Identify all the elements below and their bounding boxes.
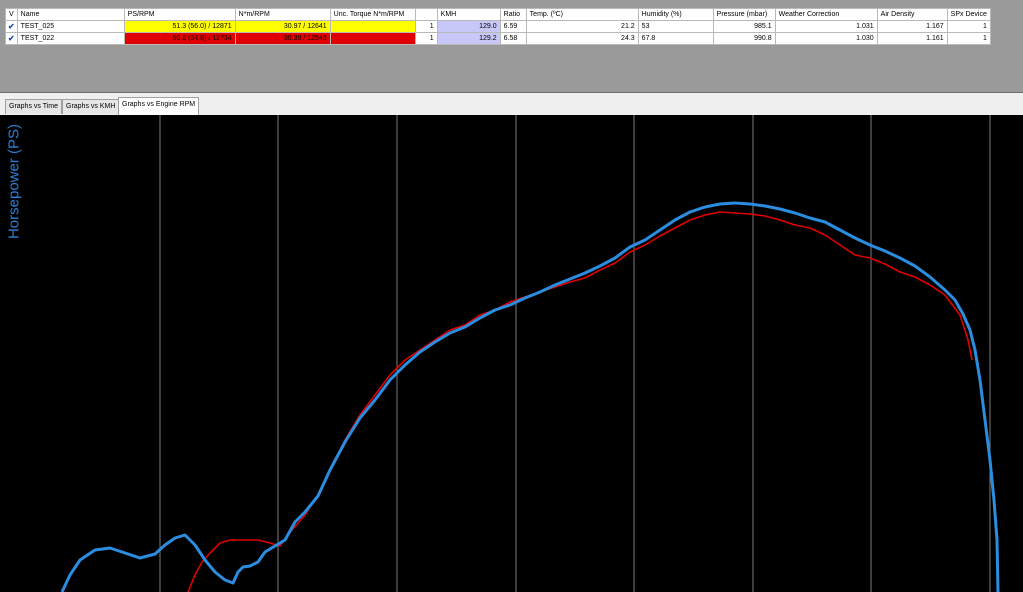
- ratio-cell: 6.59: [499, 20, 527, 33]
- column-header[interactable]: Humidity (%): [637, 8, 714, 21]
- weather-correction-cell: 1.030: [774, 32, 878, 45]
- run-name-cell: TEST_025: [16, 20, 125, 33]
- ps-rpm-cell: 50.2 (54.8) / 12734: [123, 32, 236, 45]
- temp-cell: 24.3: [525, 32, 639, 45]
- column-header[interactable]: SPx Device: [946, 8, 991, 21]
- table-row[interactable]: ✔ TEST_022 50.2 (54.8) / 12734 30.39 / 1…: [5, 32, 991, 45]
- graph-background: [0, 115, 1023, 592]
- visibility-checkbox[interactable]: ✔: [5, 32, 18, 45]
- run-name-cell: TEST_022: [16, 32, 125, 45]
- column-header[interactable]: Name: [16, 8, 125, 21]
- nm-rpm-cell: 30.97 / 12641: [234, 20, 331, 33]
- rpm-graph[interactable]: [0, 115, 1023, 592]
- humidity-cell: 53: [637, 20, 714, 33]
- kmh-cell: 129.0: [436, 20, 501, 33]
- temp-cell: 21.2: [525, 20, 639, 33]
- air-density-cell: 1.167: [876, 20, 948, 33]
- column-header[interactable]: V: [5, 8, 18, 21]
- column-header[interactable]: KMH: [436, 8, 501, 21]
- pressure-cell: 990.8: [712, 32, 776, 45]
- y-axis-label-text: Horsepower (PS): [5, 123, 23, 240]
- nm-rpm-cell: 30.39 / 12545: [234, 32, 331, 45]
- humidity-cell: 67.8: [637, 32, 714, 45]
- kmh-cell: 129.2: [436, 32, 501, 45]
- column-header[interactable]: Temp. (ºC): [525, 8, 639, 21]
- y-axis-label: Horsepower (PS): [2, 115, 24, 250]
- checkmark-icon: ✔: [7, 34, 15, 43]
- column-header[interactable]: Ratio: [499, 8, 527, 21]
- results-table-panel: V Name PS/RPM N*m/RPM Unc. Torque N*m/RP…: [0, 0, 1023, 93]
- blank-column-cell: 1: [414, 20, 438, 33]
- blank-column-cell: 1: [414, 32, 438, 45]
- spx-device-cell: 1: [946, 20, 991, 33]
- spx-device-cell: 1: [946, 32, 991, 45]
- column-header[interactable]: Pressure (mbar): [712, 8, 776, 21]
- pressure-cell: 985.1: [712, 20, 776, 33]
- column-header[interactable]: PS/RPM: [123, 8, 236, 21]
- table-row[interactable]: ✔ TEST_025 51.3 (56.0) / 12871 30.97 / 1…: [5, 20, 991, 33]
- checkmark-icon: ✔: [7, 22, 15, 31]
- column-header[interactable]: N*m/RPM: [234, 8, 331, 21]
- unc-torque-cell: [329, 32, 416, 45]
- column-header[interactable]: Weather Correction: [774, 8, 878, 21]
- ratio-cell: 6.58: [499, 32, 527, 45]
- graph-tab-strip: Graphs vs Time Graphs vs KMH Graphs vs E…: [0, 93, 1023, 116]
- tab-graphs-vs-engine-rpm[interactable]: Graphs vs Engine RPM: [118, 97, 200, 115]
- weather-correction-cell: 1.031: [774, 20, 878, 33]
- ps-rpm-cell: 51.3 (56.0) / 12871: [123, 20, 236, 33]
- visibility-checkbox[interactable]: ✔: [5, 20, 18, 33]
- table-header-row: V Name PS/RPM N*m/RPM Unc. Torque N*m/RP…: [5, 8, 991, 21]
- column-header[interactable]: Unc. Torque N*m/RPM: [329, 8, 416, 21]
- unc-torque-cell: [329, 20, 416, 33]
- air-density-cell: 1.161: [876, 32, 948, 45]
- results-table: V Name PS/RPM N*m/RPM Unc. Torque N*m/RP…: [5, 8, 991, 45]
- column-header[interactable]: [414, 8, 438, 21]
- column-header[interactable]: Air Density: [876, 8, 948, 21]
- tab-graphs-vs-kmh[interactable]: Graphs vs KMH: [62, 99, 120, 114]
